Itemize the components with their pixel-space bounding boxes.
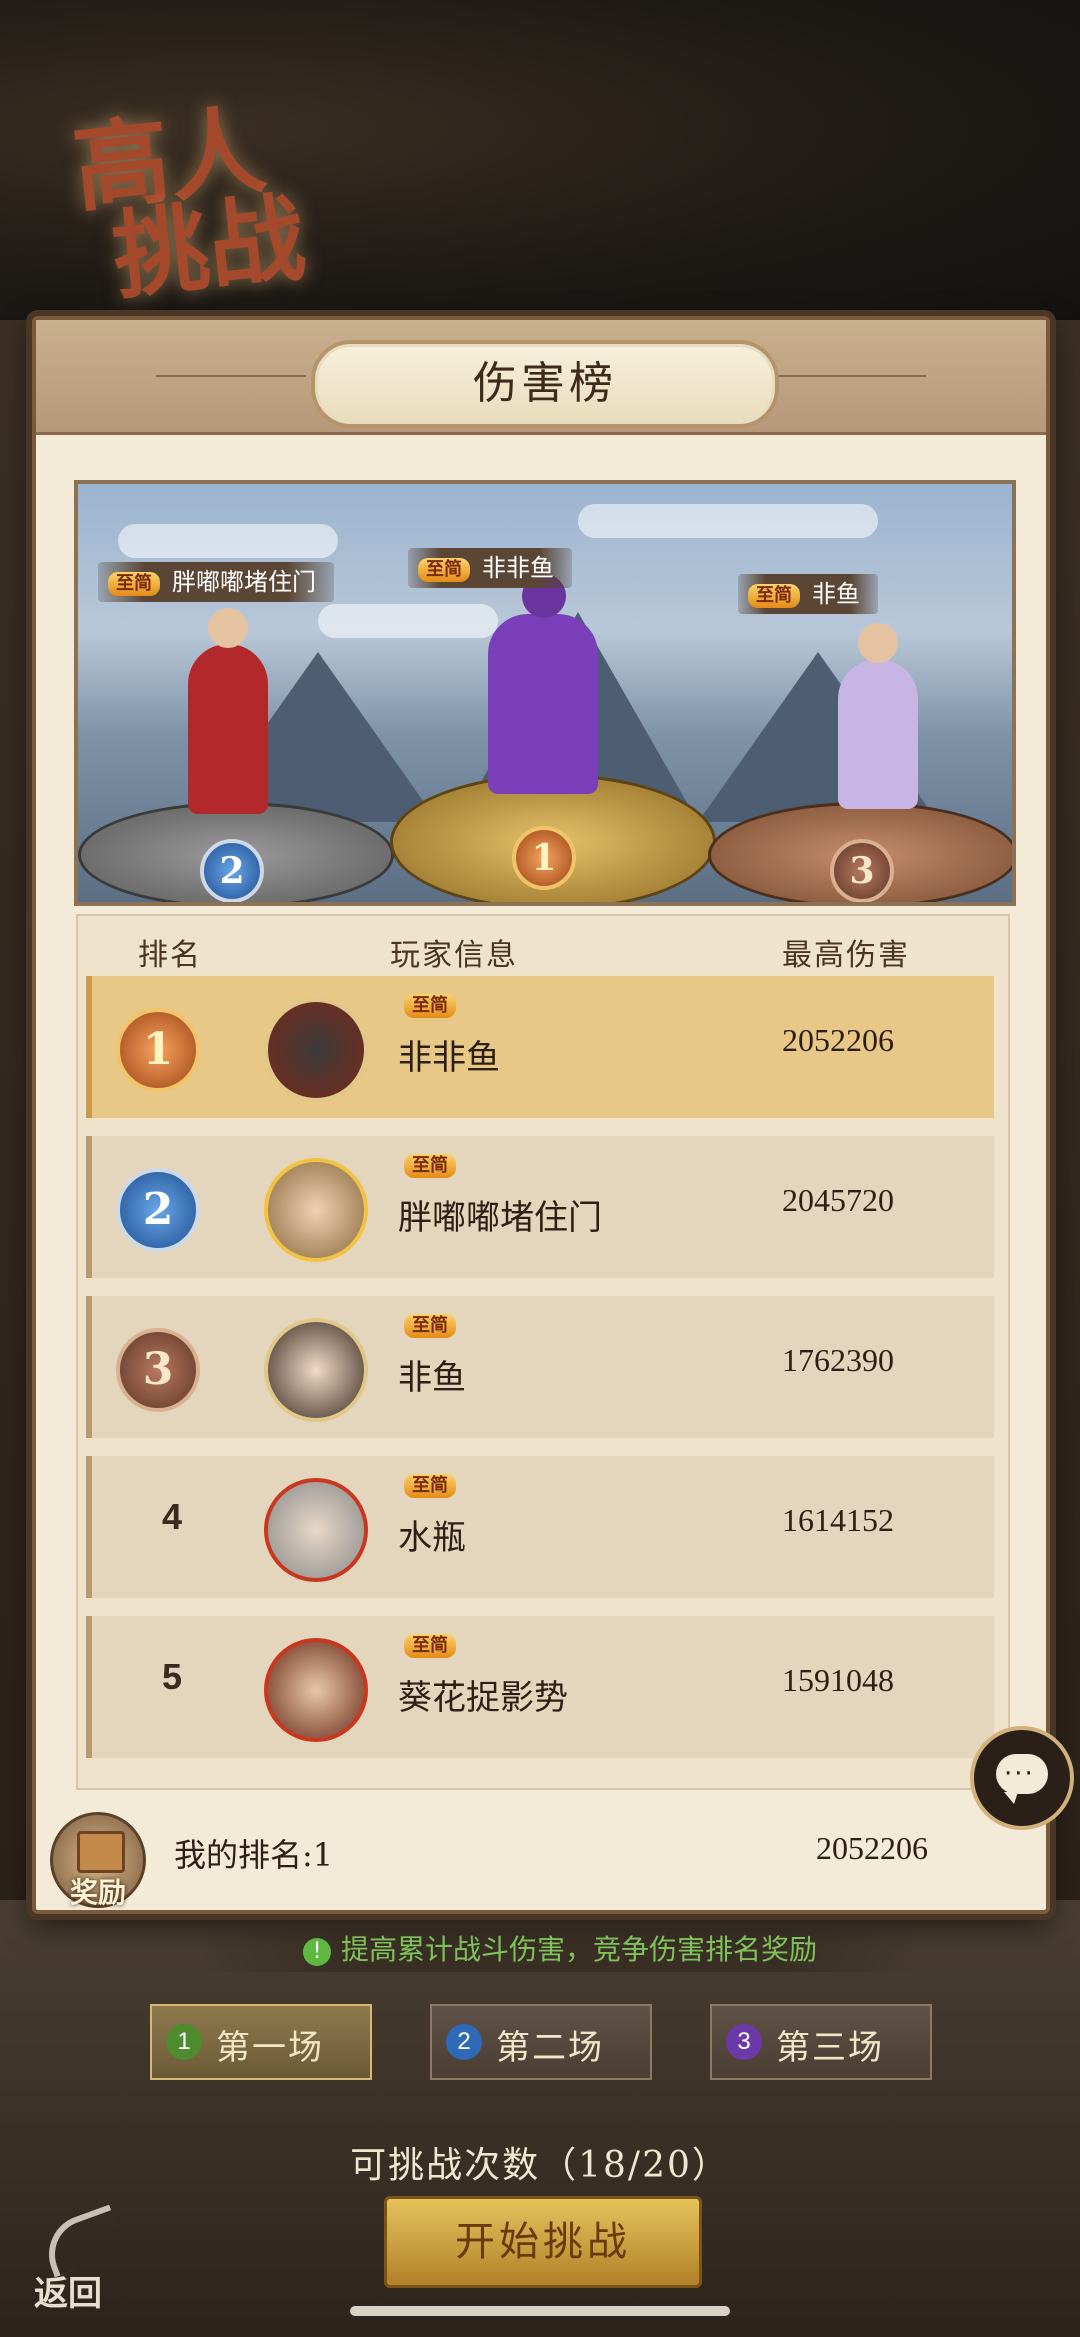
attempts-remaining: 可挑战次数（18/20）: [350, 2145, 730, 2186]
rank-badge-silver: 2: [116, 1168, 200, 1252]
stage-label: 第二场: [496, 2028, 604, 2068]
player-name: 非非鱼: [398, 1038, 500, 1078]
chat-dots-icon: ···: [1004, 1759, 1035, 1789]
stage-number-badge: 3: [726, 2024, 762, 2060]
header-player-info: 玩家信息: [390, 938, 518, 973]
stage-label: 第一场: [216, 2028, 324, 2068]
header-ornament-left: [156, 375, 306, 377]
damage-value: 2052206: [782, 1022, 894, 1058]
podium-nameplate-1: 至简 非非鱼: [408, 548, 572, 588]
my-rank-bar: 奖励 我的排名:1 2052206: [36, 1798, 1046, 1909]
table-row[interactable]: 3 至简 非鱼 1762390: [86, 1296, 994, 1438]
podium-character-3[interactable]: [838, 623, 918, 809]
player-name: 胖嘟嘟堵住门: [398, 1198, 602, 1238]
my-damage-value: 2052206: [816, 1830, 928, 1866]
damage-value: 2045720: [782, 1182, 894, 1218]
player-name: 葵花捉影势: [398, 1678, 568, 1718]
rank-number: 4: [161, 1496, 183, 1537]
event-title-line2: 挑战: [107, 180, 311, 314]
treasure-chest-icon: [77, 1831, 125, 1873]
vip-badge: 至简: [404, 1474, 456, 1498]
podium-nameplate-3: 至简 非鱼: [738, 574, 878, 614]
stage-label: 第三场: [776, 2028, 884, 2068]
header-rank: 排名: [138, 938, 202, 973]
back-button[interactable]: 返回: [30, 2204, 140, 2316]
header-ornament-right: [776, 375, 926, 377]
table-row[interactable]: 2 至简 胖嘟嘟堵住门 2045720: [86, 1136, 994, 1278]
damage-value: 1614152: [782, 1502, 894, 1538]
stage-2-button[interactable]: 2 第二场: [430, 2004, 652, 2080]
rank-number: 5: [161, 1656, 183, 1697]
header-plaque: 伤害榜: [311, 340, 779, 428]
podium-rank-badge-1: 1: [512, 826, 576, 890]
hint-text: 提高累计战斗伤害，竞争伤害排名奖励: [340, 1933, 817, 1966]
reward-button[interactable]: 奖励: [50, 1812, 146, 1909]
stage-number-badge: 2: [446, 2024, 482, 2060]
podium-player-name: 胖嘟嘟堵住门: [172, 568, 316, 596]
hint-banner: ! 提高累计战斗伤害，竞争伤害排名奖励: [200, 1928, 920, 1972]
panel-header: 伤害榜: [36, 320, 1046, 435]
avatar[interactable]: [264, 998, 368, 1102]
cloud: [118, 524, 338, 558]
player-name: 水瓶: [398, 1518, 466, 1558]
podium-rank-badge-2: 2: [200, 839, 264, 902]
podium-player-name: 非鱼: [812, 580, 860, 608]
stage-3-button[interactable]: 3 第三场: [710, 2004, 932, 2080]
damage-value: 1762390: [782, 1342, 894, 1378]
damage-leaderboard-panel: 伤害榜 至简 胖嘟嘟堵住门 至简 非非鱼 至简 非鱼 2 1 3 排名 玩家信息…: [32, 316, 1050, 1914]
start-challenge-button[interactable]: 开始挑战: [384, 2196, 702, 2288]
table-row[interactable]: 5 至简 葵花捉影势 1591048: [86, 1616, 994, 1758]
avatar[interactable]: [264, 1318, 368, 1422]
podium-banner: 至简 胖嘟嘟堵住门 至简 非非鱼 至简 非鱼 2 1 3: [74, 480, 1016, 906]
reward-label: 奖励: [69, 1876, 126, 1909]
vip-badge: 至简: [748, 583, 800, 608]
header-max-damage: 最高伤害: [782, 938, 910, 973]
vip-badge: 至简: [418, 557, 470, 582]
avatar[interactable]: [264, 1478, 368, 1582]
home-indicator[interactable]: [350, 2306, 730, 2316]
avatar[interactable]: [264, 1158, 368, 1262]
table-row[interactable]: 1 至简 非非鱼 2052206: [86, 976, 994, 1118]
vip-badge: 至简: [404, 1634, 456, 1658]
character-head: [858, 623, 898, 663]
my-rank-text: 我的排名:1: [174, 1836, 334, 1874]
rank-badge-gold: 1: [116, 1008, 200, 1092]
chat-button[interactable]: ···: [970, 1726, 1074, 1830]
player-name: 非鱼: [398, 1358, 466, 1398]
podium-rank-badge-3: 3: [830, 839, 894, 902]
podium-player-name: 非非鱼: [482, 554, 554, 582]
back-label: 返回: [34, 2274, 102, 2314]
exclamation-icon: !: [302, 1937, 331, 1966]
avatar[interactable]: [264, 1638, 368, 1742]
vip-badge: 至简: [404, 994, 456, 1018]
panel-title: 伤害榜: [473, 358, 617, 409]
stage-number-badge: 1: [166, 2024, 202, 2060]
character-head: [208, 608, 248, 648]
event-title-logo: 高人 挑战: [68, 93, 351, 343]
table-row[interactable]: 4 至简 水瓶 1614152: [86, 1456, 994, 1598]
vip-badge: 至简: [404, 1314, 456, 1338]
vip-badge: 至简: [404, 1154, 456, 1178]
podium-character-1[interactable]: [488, 574, 598, 794]
ranking-table: 排名 玩家信息 最高伤害 1 至简 非非鱼 2052206 2 至简 胖嘟嘟堵住…: [76, 914, 1010, 1790]
podium-character-2[interactable]: [188, 608, 268, 814]
vip-badge: 至简: [108, 571, 160, 596]
podium-nameplate-2: 至简 胖嘟嘟堵住门: [98, 562, 334, 602]
damage-value: 1591048: [782, 1662, 894, 1698]
stage-1-button[interactable]: 1 第一场: [150, 2004, 372, 2080]
cloud: [578, 504, 878, 538]
rank-badge-bronze: 3: [116, 1328, 200, 1412]
